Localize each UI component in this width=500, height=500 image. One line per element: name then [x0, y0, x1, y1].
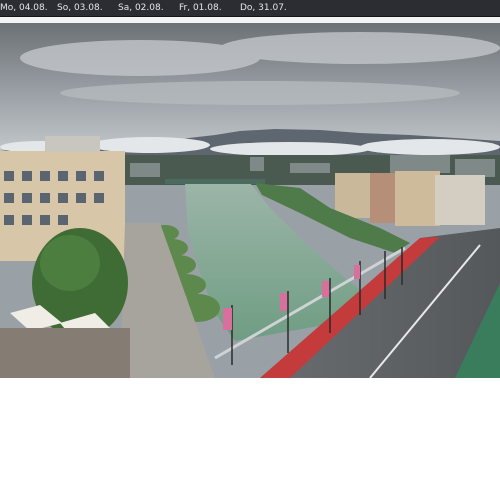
date-tab-sa-02-08[interactable]: Sa, 02.08. [118, 0, 179, 17]
panorama-image [0, 23, 500, 378]
date-bar: Mo, 04.08. So, 03.08. Sa, 02.08. Fr, 01.… [0, 0, 500, 17]
blank-area [0, 378, 500, 500]
bridge [165, 179, 265, 184]
right-buildings [335, 171, 485, 226]
date-tab-so-03-08[interactable]: So, 03.08. [57, 0, 118, 17]
date-tab-do-31-07[interactable]: Do, 31.07. [240, 0, 301, 17]
webcam-panorama-image[interactable] [0, 23, 500, 378]
date-tab-mo-04-08[interactable]: Mo, 04.08. [0, 0, 57, 17]
date-tab-fr-01-08[interactable]: Fr, 01.08. [179, 0, 240, 17]
